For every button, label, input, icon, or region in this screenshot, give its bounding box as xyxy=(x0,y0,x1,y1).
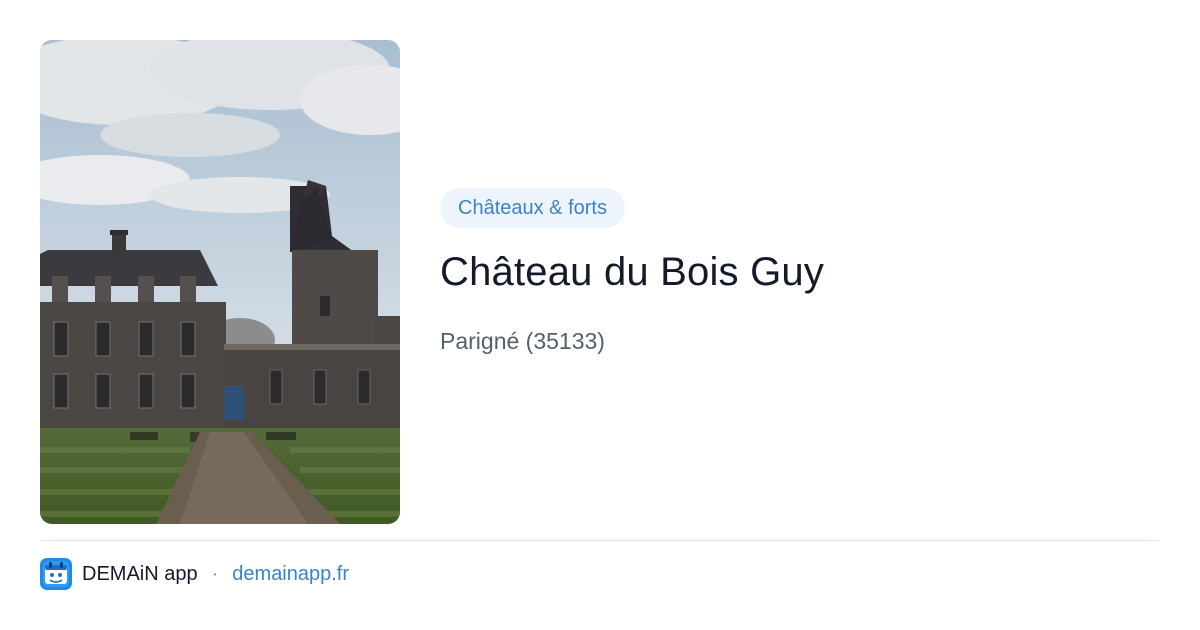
app-name: DEMAiN app xyxy=(82,562,198,585)
category-badge[interactable]: Châteaux & forts xyxy=(440,188,625,228)
app-website-link[interactable]: demainapp.fr xyxy=(232,563,349,586)
place-title: Château du Bois Guy xyxy=(440,250,825,294)
place-location: Parigné (35133) xyxy=(440,328,605,354)
footer-divider xyxy=(40,540,1160,541)
demain-app-icon xyxy=(40,558,72,590)
footer-separator: · xyxy=(211,562,219,585)
footer: DEMAiN app · demainapp.fr xyxy=(40,558,349,590)
place-info: Châteaux & forts Château du Bois Guy Par… xyxy=(440,188,1160,356)
chateau-photo xyxy=(40,40,400,524)
